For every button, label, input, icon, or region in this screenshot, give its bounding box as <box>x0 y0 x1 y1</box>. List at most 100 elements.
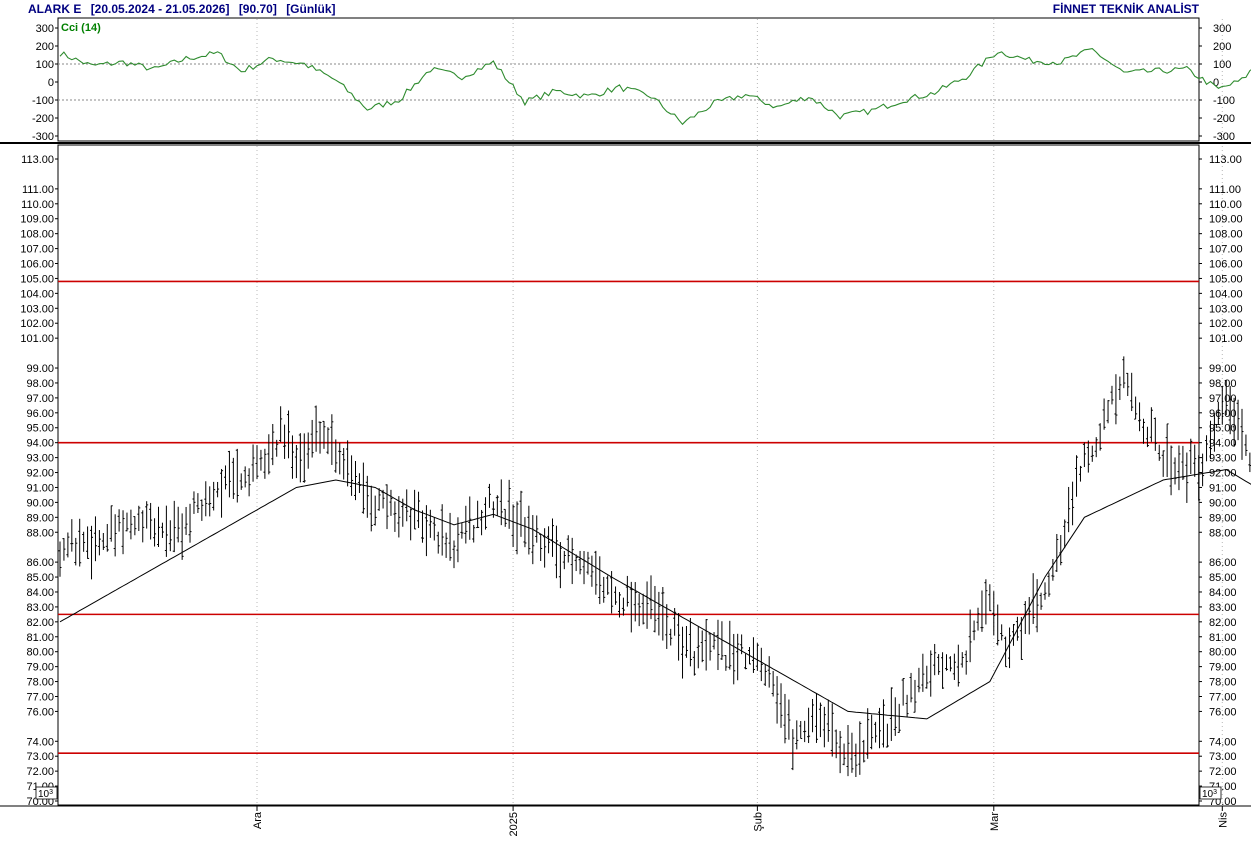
price-tick-label-left: 98.00 <box>26 378 54 390</box>
price-tick-label-left: 77.00 <box>26 691 54 703</box>
price-tick-label-left: 86.00 <box>26 557 54 569</box>
price-bar[interactable] <box>1236 399 1240 441</box>
cci-tick-label-right: 0 <box>1213 77 1219 89</box>
cci-tick-label-left: -200 <box>32 113 54 125</box>
price-tick-label-right: 88.00 <box>1209 527 1237 539</box>
cci-title: Cci (14) <box>61 22 101 34</box>
scale-badge-exponent: 3 <box>1213 789 1217 796</box>
cci-tick-label-right: 300 <box>1213 23 1231 35</box>
price-tick-label-left: 108.00 <box>20 229 54 241</box>
scale-badge-left: 103 <box>35 786 58 800</box>
price-tick-label-right: 111.00 <box>1209 184 1241 196</box>
price-tick-label-right: 82.00 <box>1209 617 1237 629</box>
cci-tick-label-left: 0 <box>48 77 54 89</box>
price-tick-label-right: 91.00 <box>1209 482 1237 494</box>
price-tick-label-left: 72.00 <box>26 766 54 778</box>
x-tick-label: Şub <box>752 812 764 832</box>
price-tick-label-right: 74.00 <box>1209 736 1237 748</box>
price-tick-label-right: 104.00 <box>1209 288 1243 300</box>
price-tick-label-left: 93.00 <box>26 453 54 465</box>
price-tick-label-right: 86.00 <box>1209 557 1237 569</box>
price-tick-label-right: 108.00 <box>1209 229 1243 241</box>
price-tick-label-right: 78.00 <box>1209 677 1237 689</box>
price-tick-label-right: 103.00 <box>1209 303 1243 315</box>
price-tick-label-left: 99.00 <box>26 363 54 375</box>
price-tick-label-left: 80.00 <box>26 647 54 659</box>
scale-badge-right: 103 <box>1199 786 1222 800</box>
price-tick-label-right: 84.00 <box>1209 587 1237 599</box>
price-tick-label-left: 111.00 <box>22 184 54 196</box>
price-tick-label-right: 73.00 <box>1209 751 1237 763</box>
price-tick-label-right: 90.00 <box>1209 497 1237 509</box>
price-tick-label-left: 82.00 <box>26 617 54 629</box>
price-tick-label-right: 113.00 <box>1209 154 1242 166</box>
price-tick-label-right: 76.00 <box>1209 706 1237 718</box>
price-tick-label-right: 72.00 <box>1209 766 1237 778</box>
price-tick-label-right: 77.00 <box>1209 691 1237 703</box>
price-tick-label-left: 88.00 <box>26 527 54 539</box>
price-tick-label-left: 81.00 <box>26 632 54 644</box>
price-bar[interactable] <box>1240 408 1244 460</box>
price-tick-label-left: 97.00 <box>26 393 54 405</box>
price-tick-label-right: 85.00 <box>1209 572 1237 584</box>
price-tick-label-left: 104.00 <box>20 288 54 300</box>
price-tick-label-right: 109.00 <box>1209 214 1243 226</box>
price-tick-label-right: 106.00 <box>1209 259 1243 271</box>
cci-panel-frame <box>57 17 1200 142</box>
price-tick-label-left: 92.00 <box>26 468 54 480</box>
price-tick-label-left: 107.00 <box>20 244 54 256</box>
price-tick-label-left: 89.00 <box>26 512 54 524</box>
x-axis: Ara2025ŞubMarNisMayHazTemAğuEylEkiKasAra… <box>252 806 1229 836</box>
price-tick-label-right: 81.00 <box>1209 632 1237 644</box>
price-bar[interactable] <box>1205 435 1209 462</box>
price-tick-label-right: 79.00 <box>1209 662 1237 674</box>
price-tick-label-left: 103.00 <box>20 303 54 315</box>
price-bar[interactable] <box>1201 453 1205 487</box>
scale-badge-base: 10 <box>1202 789 1214 800</box>
price-tick-label-left: 76.00 <box>26 706 54 718</box>
price-tick-label-right: 101.00 <box>1209 333 1243 345</box>
price-tick-label-left: 83.00 <box>26 602 54 614</box>
price-tick-label-left: 95.00 <box>26 423 54 435</box>
cci-tick-label-left: 300 <box>36 23 54 35</box>
price-tick-label-right: 107.00 <box>1209 244 1243 256</box>
cci-tick-label-left: 100 <box>36 59 54 71</box>
price-tick-label-left: 96.00 <box>26 408 54 420</box>
price-tick-label-left: 85.00 <box>26 572 54 584</box>
price-tick-label-left: 110.00 <box>21 199 54 211</box>
price-tick-label-right: 105.00 <box>1209 273 1243 285</box>
price-tick-label-right: 80.00 <box>1209 647 1237 659</box>
price-tick-label-left: 90.00 <box>26 497 54 509</box>
cci-tick-label-left: 200 <box>36 41 54 53</box>
price-panel: 113.00 113.00 111.00 111.00 110.00 110.00 109.… <box>20 144 1251 808</box>
price-tick-label-right: 83.00 <box>1209 602 1237 614</box>
price-tick-label-left: 109.00 <box>20 214 54 226</box>
price-tick-label-left: 73.00 <box>26 751 54 763</box>
cci-tick-label-right: -200 <box>1213 113 1235 125</box>
price-tick-label-left: 84.00 <box>26 587 54 599</box>
price-tick-label-left: 74.00 <box>26 736 54 748</box>
x-tick-label: 2025 <box>508 812 520 836</box>
scale-badge-base: 10 <box>38 789 50 800</box>
price-tick-label-right: 93.00 <box>1209 453 1237 465</box>
price-tick-label-left: 79.00 <box>26 662 54 674</box>
cci-panel: 300 300 200 200 100 100 0 0 -100 -100 -200 -200 -300… <box>32 17 1251 143</box>
cci-tick-label-left: -100 <box>32 95 54 107</box>
price-bar[interactable] <box>1244 434 1248 456</box>
cci-tick-label-right: 200 <box>1213 41 1231 53</box>
price-tick-label-left: 101.00 <box>20 333 54 345</box>
price-tick-label-left: 113.00 <box>21 154 54 166</box>
price-tick-label-left: 78.00 <box>26 677 54 689</box>
price-tick-label-right: 102.00 <box>1209 318 1243 330</box>
cci-tick-label-left: -300 <box>32 131 54 143</box>
price-tick-label-left: 91.00 <box>26 482 54 494</box>
price-tick-label-right: 110.00 <box>1209 199 1242 211</box>
price-tick-label-left: 105.00 <box>20 273 54 285</box>
price-tick-label-left: 106.00 <box>20 259 54 271</box>
x-tick-label: Ara <box>252 811 264 829</box>
cci-tick-label-right: -100 <box>1213 95 1235 107</box>
technical-chart[interactable]: 300 300 200 200 100 100 0 0 -100 -100 -200 -200 -300… <box>0 0 1251 841</box>
x-tick-label: Mar <box>989 812 1001 831</box>
scale-badge-exponent: 3 <box>49 789 53 796</box>
cci-tick-label-right: 100 <box>1213 59 1231 71</box>
